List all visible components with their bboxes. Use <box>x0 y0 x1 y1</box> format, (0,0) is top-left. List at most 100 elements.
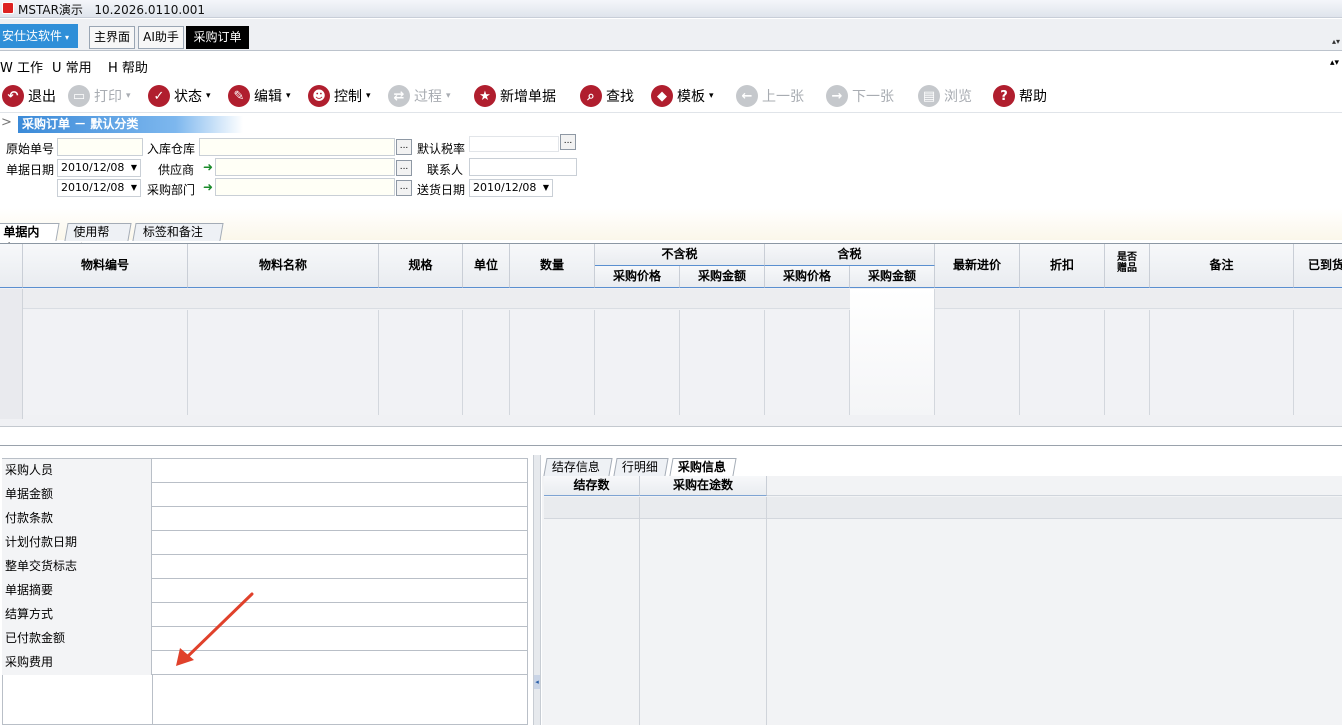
right-grid-header-filler <box>767 476 1342 496</box>
row-header-column <box>0 244 23 288</box>
find-button[interactable]: ⌕ 查找 <box>580 83 634 109</box>
grid-cell <box>463 310 510 415</box>
grid-divider <box>766 497 767 725</box>
col-discount[interactable]: 折扣 <box>1020 244 1105 288</box>
process-button[interactable]: ⇄ 过程 ▾ <box>388 83 451 109</box>
prop-row[interactable]: 单据金额 <box>2 483 528 507</box>
col-in-transit[interactable]: 采购在途数 <box>640 476 767 496</box>
col-spec[interactable]: 规格 <box>379 244 463 288</box>
col-amount-no-tax[interactable]: 采购金额 <box>680 266 765 288</box>
exit-button[interactable]: ↶ 退出 <box>2 83 56 109</box>
prop-label: 结算方式 <box>2 603 152 627</box>
col-stock-qty[interactable]: 结存数 <box>544 476 640 496</box>
prop-row[interactable]: 采购费用 <box>2 651 528 675</box>
prop-label: 整单交货标志 <box>2 555 152 579</box>
tab-main[interactable]: 主界面 <box>89 26 135 49</box>
warehouse-browse-button[interactable]: ... <box>396 139 412 155</box>
tax-rate-browse-button[interactable]: ... <box>560 134 576 150</box>
menu-scroll-icon[interactable]: ▴▾ <box>1330 58 1339 68</box>
tab-ai-assistant[interactable]: AI助手 <box>138 26 184 49</box>
orig-no-label: 原始单号 <box>6 142 55 156</box>
edit-button[interactable]: ✎ 编辑 ▾ <box>228 83 291 109</box>
section-title: 采购订单 － 默认分类 <box>18 116 243 133</box>
prop-row[interactable]: 采购人员 <box>2 459 528 483</box>
help-button[interactable]: ? 帮助 <box>993 83 1047 109</box>
pencil-icon: ✎ <box>228 85 250 107</box>
date-picker-2[interactable]: 2010/12/08 ▼ <box>57 179 141 197</box>
panel-splitter[interactable]: ◂ <box>533 455 541 725</box>
prop-row[interactable]: 计划付款日期 <box>2 531 528 555</box>
print-button[interactable]: ▭ 打印 ▾ <box>68 83 131 109</box>
prop-row[interactable]: 整单交货标志 <box>2 555 528 579</box>
prop-row[interactable]: 已付款金额 <box>2 627 528 651</box>
dropdown-icon: ▼ <box>130 183 137 192</box>
delivery-date-picker[interactable]: 2010/12/08 ▼ <box>469 179 553 197</box>
arrow-left-icon: ← <box>736 85 758 107</box>
tab-usage-help[interactable]: 使用帮助 <box>64 223 132 256</box>
doc-date-picker[interactable]: 2010/12/08 ▼ <box>57 159 141 177</box>
prop-row[interactable]: 单据摘要 <box>2 579 528 603</box>
col-qty[interactable]: 数量 <box>510 244 595 288</box>
menu-common[interactable]: U 常用 <box>52 57 92 76</box>
col-unit[interactable]: 单位 <box>463 244 510 288</box>
col-material-name[interactable]: 物料名称 <box>188 244 379 288</box>
supplier-input[interactable] <box>215 158 395 176</box>
warehouse-label: 入库仓库 <box>147 142 196 156</box>
supplier-label: 供应商 <box>158 163 195 177</box>
eraser-icon: ◆ <box>651 85 673 107</box>
tab-line-detail[interactable]: 行明细 <box>613 458 669 476</box>
delivery-date-label: 送货日期 <box>417 183 466 197</box>
tax-rate-label: 默认税率 <box>417 142 466 156</box>
col-price-no-tax[interactable]: 采购价格 <box>595 266 680 288</box>
col-remark[interactable]: 备注 <box>1150 244 1294 288</box>
tab-scroll-icon[interactable]: ▴▾ <box>1332 37 1342 49</box>
printer-icon: ▭ <box>68 85 90 107</box>
annotation-arrow-icon <box>176 592 254 666</box>
grid-cell <box>23 310 188 415</box>
doc-date-label: 单据日期 <box>6 163 55 177</box>
dept-browse-button[interactable]: ... <box>396 180 412 196</box>
splitter-collapse-icon[interactable]: ◂ <box>534 675 540 689</box>
folder-icon: ▤ <box>918 85 940 107</box>
prop-label: 采购人员 <box>2 459 152 483</box>
control-button[interactable]: ☻ 控制 ▾ <box>308 83 371 109</box>
purchase-dept-input[interactable] <box>215 178 395 196</box>
col-material-code[interactable]: 物料编号 <box>23 244 188 288</box>
status-button[interactable]: ✓ 状态 ▾ <box>148 83 211 109</box>
tab-stock-info[interactable]: 结存信息 <box>543 458 613 476</box>
supplier-browse-button[interactable]: ... <box>396 160 412 176</box>
prop-row[interactable]: 付款条款 <box>2 507 528 531</box>
prev-button[interactable]: ← 上一张 <box>736 83 804 109</box>
tab-doc-content[interactable]: 单据内容 <box>0 223 60 256</box>
app-version: 10.2026.0110.001 <box>94 3 206 17</box>
tab-purchase-order[interactable]: 采购订单 <box>186 26 249 49</box>
prop-label: 计划付款日期 <box>2 531 152 555</box>
grid-cell <box>510 310 595 415</box>
template-button[interactable]: ◆ 模板 ▾ <box>651 83 714 109</box>
col-price-with-tax[interactable]: 采购价格 <box>765 266 850 288</box>
warehouse-input[interactable] <box>199 138 395 156</box>
brand-dropdown[interactable]: 安仕达软件 ▾ <box>0 24 78 48</box>
tab-tags-remarks[interactable]: 标签和备注 <box>132 223 224 241</box>
table-row[interactable] <box>0 289 1342 309</box>
contact-input[interactable] <box>469 158 577 176</box>
menu-help[interactable]: H 帮助 <box>108 57 148 76</box>
new-doc-button[interactable]: ★ 新增单据 <box>474 83 556 109</box>
col-amount-with-tax[interactable]: 采购金额 <box>850 266 935 288</box>
next-button[interactable]: → 下一张 <box>826 83 894 109</box>
col-latest-price[interactable]: 最新进价 <box>935 244 1020 288</box>
menu-work[interactable]: W 工作 <box>0 57 43 76</box>
col-is-gift[interactable]: 是否赠品 <box>1105 244 1150 288</box>
prop-row[interactable]: 结算方式 <box>2 603 528 627</box>
browse-button[interactable]: ▤ 浏览 <box>918 83 972 109</box>
prop-label: 已付款金额 <box>2 627 152 651</box>
dept-link-icon[interactable]: ➜ <box>203 180 213 194</box>
col-arrived[interactable]: 已到货 <box>1294 244 1342 288</box>
grid-cell <box>1105 310 1150 415</box>
tab-purchase-info[interactable]: 采购信息 <box>669 458 737 476</box>
supplier-link-icon[interactable]: ➜ <box>203 160 213 174</box>
grid-scrollbar[interactable] <box>0 426 1342 446</box>
orig-no-input[interactable] <box>57 138 143 156</box>
table-row[interactable] <box>544 497 1342 519</box>
tax-rate-input[interactable] <box>469 136 559 152</box>
